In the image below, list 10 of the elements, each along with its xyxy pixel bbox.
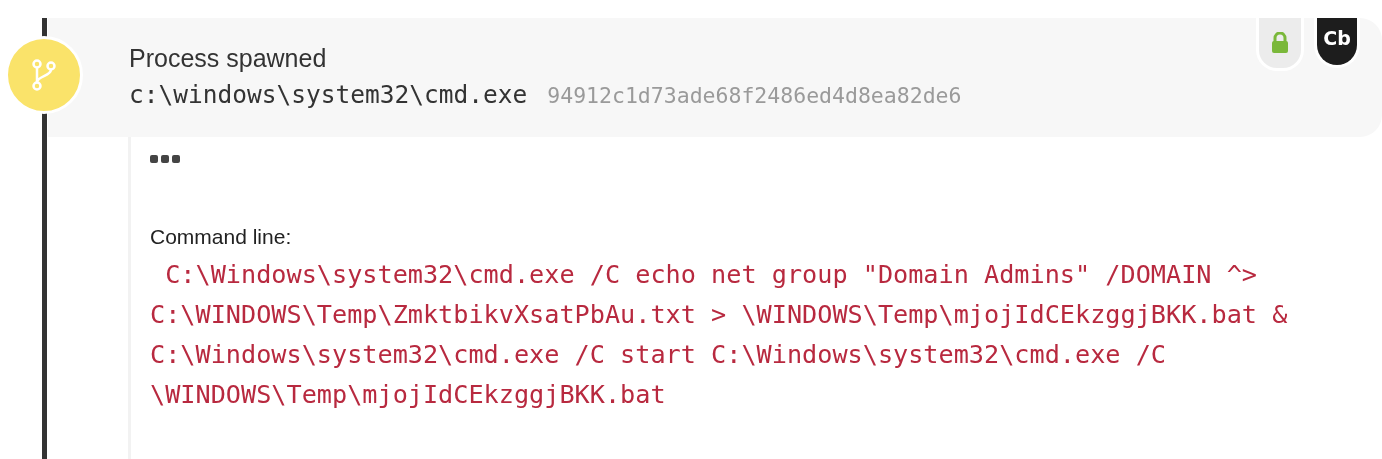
event-title: Process spawned xyxy=(129,43,328,74)
ellipsis-icon[interactable] xyxy=(150,155,181,163)
process-hash: 94912c1d73ade68f2486ed4d8ea82de6 xyxy=(547,83,962,108)
process-path: c:\windows\system32\cmd.exe xyxy=(129,80,528,109)
command-line-text: C:\Windows\system32\cmd.exe /C start C:\Windows\system32\cmd.exe /C xyxy=(150,339,1166,371)
command-line-text: C:\WINDOWS\Temp\ZmktbikvXsatPbAu.txt > \WINDOWS\Temp\mjojIdCEkzggjBKK.bat & xyxy=(150,299,1288,331)
command-line-text: \WINDOWS\Temp\mjojIdCEkzggjBKK.bat xyxy=(150,379,666,411)
command-line-text: C:\Windows\system32\cmd.exe /C echo net group "Domain Admins" /DOMAIN ^> xyxy=(164,259,1257,291)
source-badge: Cb xyxy=(1314,18,1360,68)
field-label: Command line: xyxy=(150,225,293,249)
